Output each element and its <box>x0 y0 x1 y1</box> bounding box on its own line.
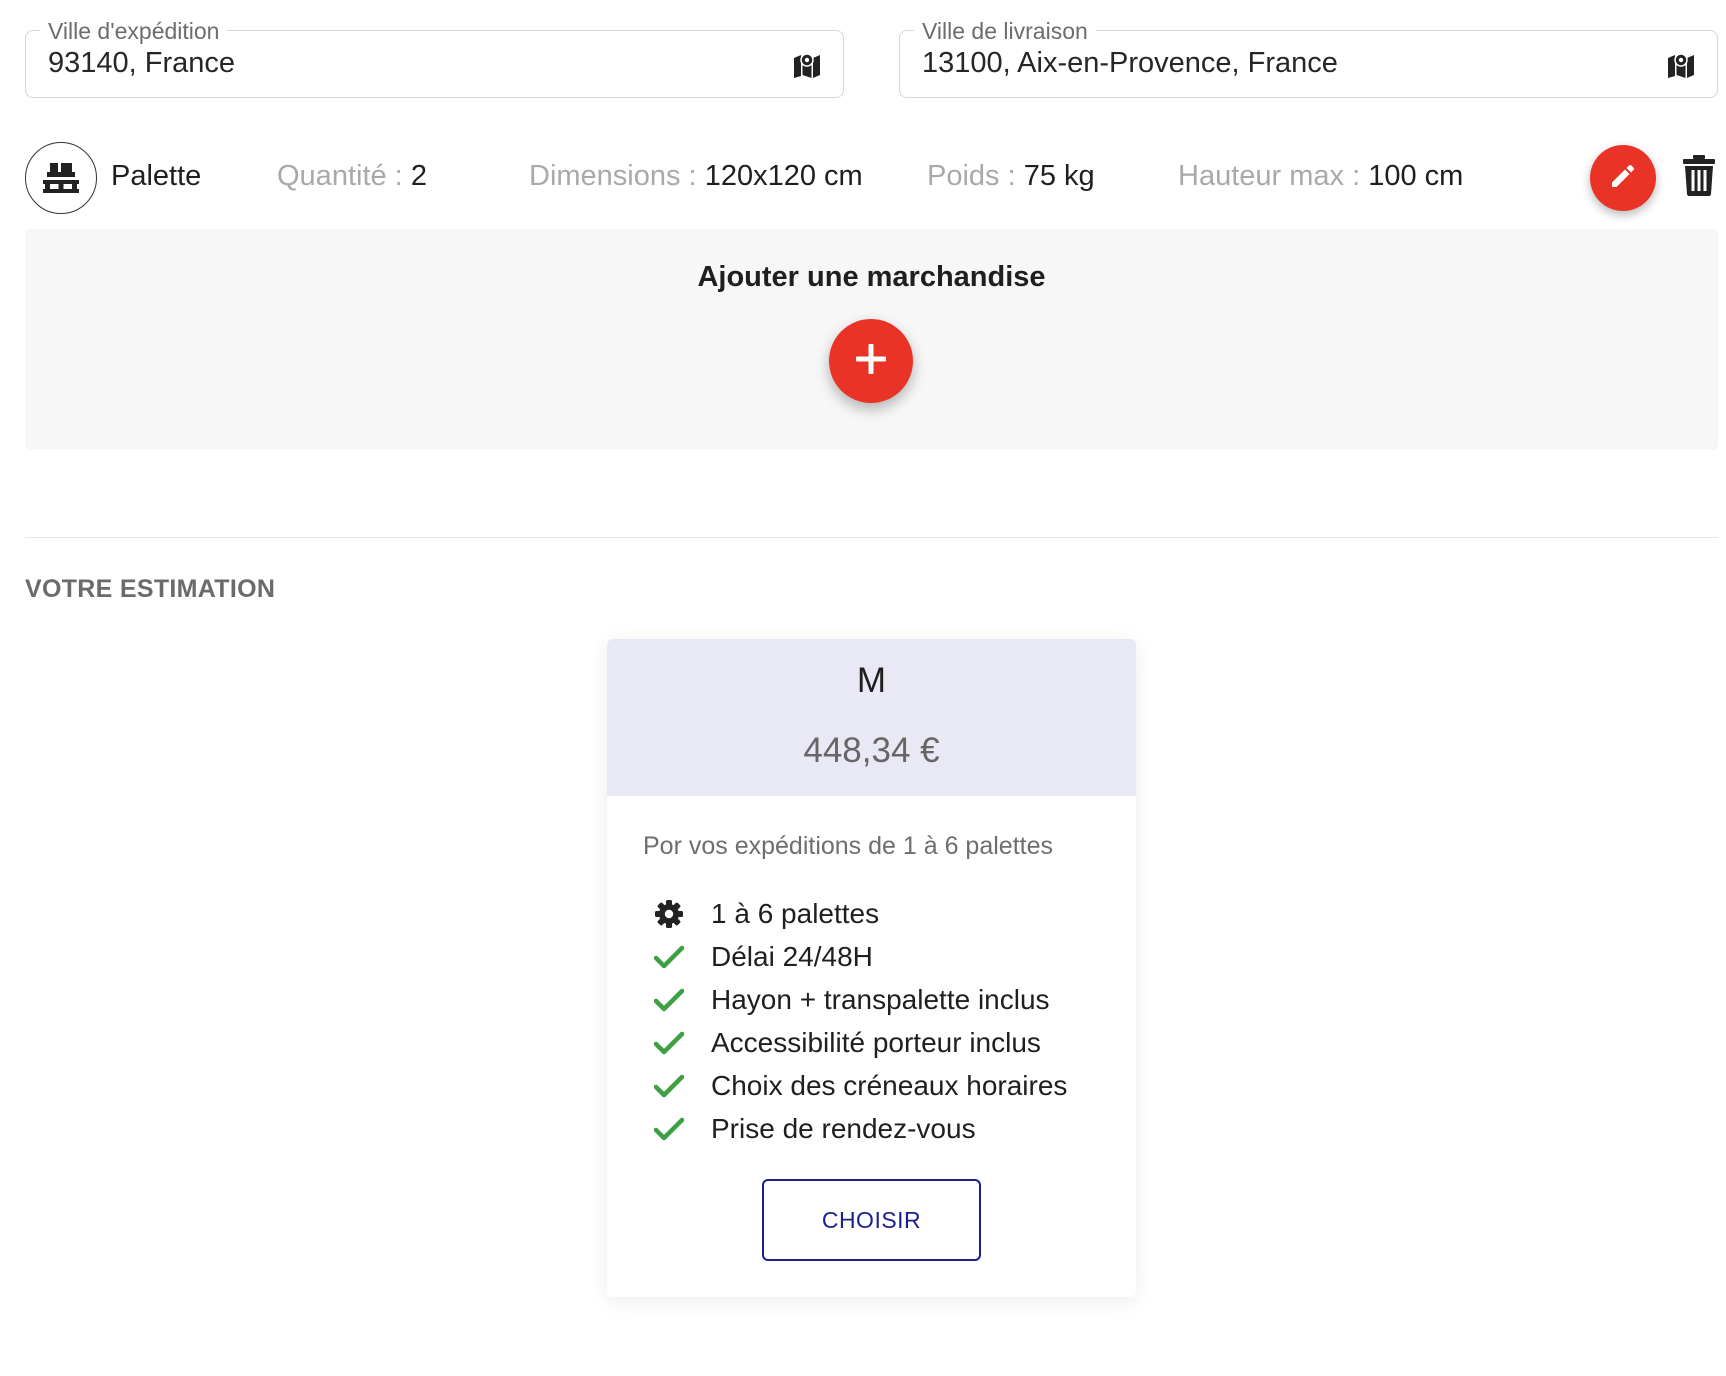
destination-city-label: Ville de livraison <box>914 16 1096 46</box>
gear-icon <box>653 898 685 930</box>
feature-text: Délai 24/48H <box>711 940 873 972</box>
quantity-value: 2 <box>410 160 427 192</box>
check-icon <box>653 1070 685 1102</box>
feature-list: 1 à 6 palettes Délai 24/48H Hayon + tran… <box>653 892 1067 1150</box>
feature-text: Hayon + transpalette inclus <box>711 983 1050 1015</box>
feature-item: Accessibilité porteur inclus <box>653 1021 1067 1064</box>
weight-value: 75 kg <box>1023 160 1095 192</box>
feature-item: Choix des créneaux horaires <box>653 1064 1067 1107</box>
check-icon <box>653 1027 685 1059</box>
section-divider <box>25 537 1718 538</box>
feature-item: Hayon + transpalette inclus <box>653 978 1067 1021</box>
add-goods-panel: Ajouter une marchandise <box>25 229 1718 450</box>
goods-type: Palette <box>111 160 202 192</box>
feature-text: Choix des créneaux horaires <box>711 1069 1068 1101</box>
check-icon <box>653 984 685 1016</box>
plan-subtitle: Por vos expéditions de 1 à 6 palettes <box>643 832 1053 860</box>
feature-text: Prise de rendez-vous <box>711 1112 976 1144</box>
goods-item-row: Palette Quantité : 2 Dimensions : 120x12… <box>25 140 1726 214</box>
feature-item: Prise de rendez-vous <box>653 1107 1067 1150</box>
card-header: M 448,34 € <box>607 639 1136 796</box>
check-icon <box>653 941 685 973</box>
feature-item: 1 à 6 palettes <box>653 892 1067 935</box>
destination-city-field[interactable]: Ville de livraison 13100, Aix-en-Provenc… <box>899 16 1718 98</box>
delete-goods-button[interactable] <box>1679 153 1719 201</box>
add-goods-button[interactable] <box>829 319 913 403</box>
weight-label: Poids : <box>927 160 1016 192</box>
goods-weight: Poids : 75 kg <box>927 160 1095 193</box>
quantity-label: Quantité : <box>277 160 403 192</box>
trash-icon <box>1682 154 1716 201</box>
feature-text: Accessibilité porteur inclus <box>711 1026 1041 1058</box>
plus-icon <box>854 342 888 381</box>
plan-price: 448,34 € <box>803 731 940 770</box>
edit-goods-button[interactable] <box>1590 145 1656 211</box>
add-goods-title: Ajouter une marchandise <box>697 261 1046 293</box>
map-icon[interactable] <box>791 49 823 81</box>
origin-city-label: Ville d'expédition <box>40 16 228 46</box>
feature-item: Délai 24/48H <box>653 935 1067 978</box>
plan-name: M <box>856 661 887 700</box>
height-value: 100 cm <box>1368 160 1464 192</box>
dimensions-label: Dimensions : <box>529 160 697 192</box>
dimensions-value: 120x120 cm <box>704 160 863 192</box>
goods-max-height: Hauteur max : 100 cm <box>1178 160 1463 193</box>
origin-city-field[interactable]: Ville d'expédition 93140, France <box>25 16 844 98</box>
height-label: Hauteur max : <box>1178 160 1361 192</box>
pallet-icon <box>25 142 97 214</box>
feature-text: 1 à 6 palettes <box>711 897 880 929</box>
destination-city-input[interactable]: 13100, Aix-en-Provence, France <box>922 45 1338 81</box>
estimation-card: M 448,34 € Por vos expéditions de 1 à 6 … <box>607 639 1136 1297</box>
goods-dimensions: Dimensions : 120x120 cm <box>529 160 863 193</box>
choose-plan-button[interactable]: CHOISIR <box>762 1179 981 1261</box>
origin-city-input[interactable]: 93140, France <box>48 45 235 81</box>
check-icon <box>653 1113 685 1145</box>
estimation-section-title: VOTRE ESTIMATION <box>25 575 276 603</box>
map-icon[interactable] <box>1665 49 1697 81</box>
goods-quantity: Quantité : 2 <box>277 160 427 193</box>
pencil-icon <box>1608 161 1638 196</box>
